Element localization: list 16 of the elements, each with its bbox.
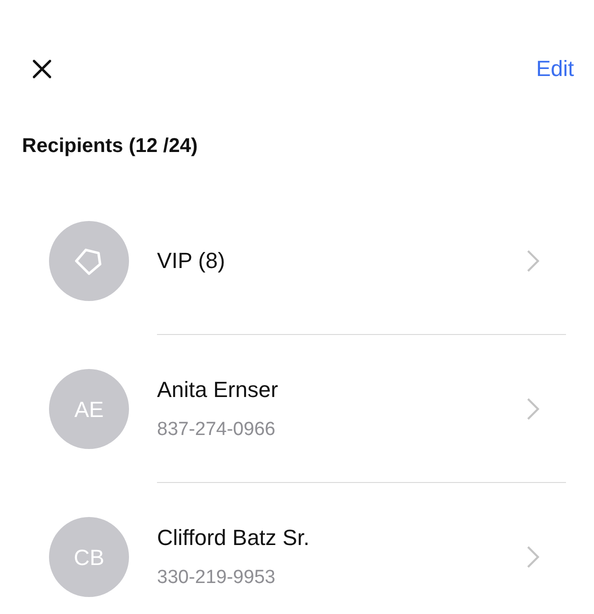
recipient-row[interactable]: AE Anita Ernser 837-274-0966 (0, 335, 594, 483)
recipient-row[interactable]: VIP (8) (0, 187, 594, 335)
chevron-icon (526, 396, 540, 420)
chevron-icon (526, 248, 540, 272)
recipient-name: VIP (8) (157, 247, 226, 275)
recipient-name: Clifford Batz Sr. (157, 524, 310, 552)
recipient-row[interactable]: CB Clifford Batz Sr. 330-219-9953 (0, 483, 594, 614)
phone-number: 837-274-0966 (157, 418, 276, 442)
avatar: CB (49, 517, 129, 597)
avatar: AE (49, 369, 129, 449)
phone-number: 330-219-9953 (157, 566, 276, 590)
edit-button[interactable]: Edit (536, 52, 574, 85)
close-icon (31, 58, 53, 80)
recipient-name: Anita Ernser (157, 376, 280, 404)
chevron-icon (526, 544, 540, 568)
section-title: Recipients (12 /24) (22, 134, 199, 159)
